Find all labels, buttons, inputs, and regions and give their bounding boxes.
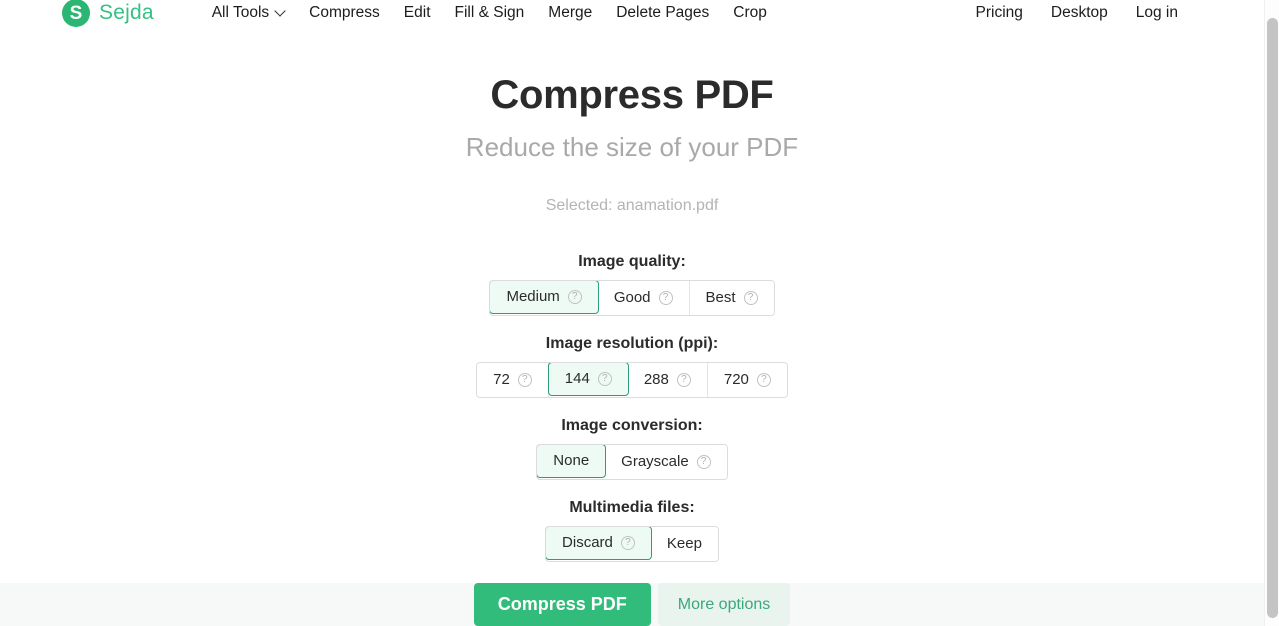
action-bar: Compress PDF More options: [0, 583, 1264, 626]
resolution-option-720[interactable]: 720 ?: [707, 362, 787, 397]
quality-option-medium[interactable]: Medium ?: [490, 280, 599, 314]
image-resolution-label: Image resolution (ppi):: [545, 334, 719, 352]
multimedia-files-label: Multimedia files:: [569, 498, 695, 516]
vertical-scrollbar[interactable]: [1264, 0, 1279, 626]
resolution-option-72-label: 72: [493, 371, 510, 389]
help-icon[interactable]: ?: [517, 372, 532, 387]
resolution-option-144-label: 144: [564, 370, 590, 388]
option-group-image-conversion: Image conversion: None Grayscale ?: [0, 417, 1264, 480]
image-quality-label: Image quality:: [578, 252, 686, 270]
quality-option-good[interactable]: Good ?: [597, 280, 690, 315]
multimedia-files-button-group: Discard ? Keep: [545, 525, 719, 562]
selected-file-label: Selected: anamation.pdf: [545, 196, 719, 214]
quality-option-good-label: Good: [613, 289, 651, 307]
help-icon[interactable]: ?: [696, 454, 711, 469]
multimedia-option-discard-label: Discard: [562, 534, 613, 552]
help-icon[interactable]: ?: [620, 535, 635, 550]
page-title: Compress PDF: [490, 73, 774, 117]
quality-option-best[interactable]: Best ?: [689, 280, 774, 315]
sejda-compress-pdf-page: S Sejda All Tools Compress Edit Fill & S…: [0, 0, 1279, 626]
help-icon[interactable]: ?: [658, 290, 673, 305]
option-group-image-resolution: Image resolution (ppi): 72 ? 144 ? 288 ?…: [0, 335, 1264, 398]
multimedia-option-keep-label: Keep: [666, 535, 702, 553]
scrollbar-thumb[interactable]: [1267, 18, 1278, 618]
resolution-option-288[interactable]: 288 ?: [627, 362, 708, 397]
resolution-option-72[interactable]: 72 ?: [477, 362, 549, 397]
quality-option-medium-label: Medium: [506, 288, 560, 306]
resolution-option-720-label: 720: [723, 371, 749, 389]
resolution-option-288-label: 288: [643, 371, 669, 389]
image-resolution-button-group: 72 ? 144 ? 288 ? 720 ?: [476, 361, 788, 398]
more-options-button[interactable]: More options: [657, 583, 791, 626]
image-conversion-label: Image conversion:: [561, 416, 703, 434]
help-icon[interactable]: ?: [676, 372, 691, 387]
conversion-option-none-label: None: [553, 452, 590, 470]
conversion-option-none[interactable]: None: [537, 444, 607, 478]
help-icon[interactable]: ?: [756, 372, 771, 387]
resolution-option-144[interactable]: 144 ?: [547, 362, 629, 396]
page-subtitle: Reduce the size of your PDF: [465, 132, 799, 162]
multimedia-option-keep[interactable]: Keep: [650, 526, 718, 561]
help-icon[interactable]: ?: [597, 371, 612, 386]
help-icon[interactable]: ?: [567, 289, 582, 304]
option-group-multimedia-files: Multimedia files: Discard ? Keep: [0, 499, 1264, 562]
quality-option-best-label: Best: [705, 289, 736, 307]
image-conversion-button-group: None Grayscale ?: [536, 443, 728, 480]
multimedia-option-discard[interactable]: Discard ?: [546, 526, 652, 560]
conversion-option-grayscale-label: Grayscale: [621, 453, 689, 471]
main-content: Compress PDF Reduce the size of your PDF…: [0, 0, 1264, 562]
compress-pdf-button[interactable]: Compress PDF: [473, 583, 651, 626]
conversion-option-grayscale[interactable]: Grayscale ?: [605, 444, 727, 479]
option-group-image-quality: Image quality: Medium ? Good ? Best ?: [0, 253, 1264, 316]
image-quality-button-group: Medium ? Good ? Best ?: [489, 279, 775, 316]
help-icon[interactable]: ?: [743, 290, 758, 305]
